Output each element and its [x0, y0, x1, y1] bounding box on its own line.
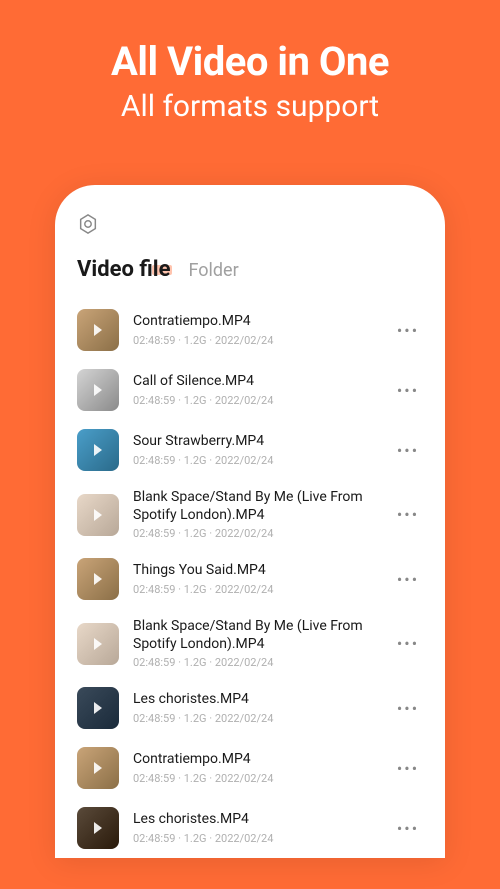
file-meta: 02:48:59 · 1.2G · 2022/02/24 [133, 656, 385, 669]
file-meta: 02:48:59 · 1.2G · 2022/02/24 [133, 334, 385, 347]
list-item[interactable]: Sour Strawberry.MP4 02:48:59 · 1.2G · 20… [77, 420, 423, 480]
video-thumbnail [77, 309, 119, 351]
list-item[interactable]: Blank Space/Stand By Me (Live From Spoti… [77, 480, 423, 549]
file-title: Blank Space/Stand By Me (Live From Spoti… [133, 618, 385, 653]
file-title: Blank Space/Stand By Me (Live From Spoti… [133, 489, 385, 524]
more-icon[interactable]: ••• [393, 375, 423, 405]
promo-title: All Video in One [0, 38, 500, 85]
file-info: Contratiempo.MP4 02:48:59 · 1.2G · 2022/… [133, 751, 385, 785]
file-title: Contratiempo.MP4 [133, 751, 385, 769]
file-title: Les choristes.MP4 [133, 811, 385, 829]
promo-header: All Video in One All formats support [0, 0, 500, 124]
play-icon [94, 822, 102, 834]
settings-icon[interactable] [77, 213, 99, 235]
tab-folder[interactable]: Folder [188, 260, 238, 281]
video-thumbnail [77, 687, 119, 729]
file-info: Les choristes.MP4 02:48:59 · 1.2G · 2022… [133, 691, 385, 725]
play-icon [94, 638, 102, 650]
video-thumbnail [77, 558, 119, 600]
more-icon[interactable]: ••• [393, 315, 423, 345]
video-thumbnail [77, 747, 119, 789]
file-info: Blank Space/Stand By Me (Live From Spoti… [133, 618, 385, 669]
list-item[interactable]: Contratiempo.MP4 02:48:59 · 1.2G · 2022/… [77, 738, 423, 798]
file-title: Contratiempo.MP4 [133, 313, 385, 331]
file-info: Call of Silence.MP4 02:48:59 · 1.2G · 20… [133, 373, 385, 407]
video-thumbnail [77, 429, 119, 471]
video-thumbnail [77, 807, 119, 849]
list-item[interactable]: Things You Said.MP4 02:48:59 · 1.2G · 20… [77, 549, 423, 609]
file-meta: 02:48:59 · 1.2G · 2022/02/24 [133, 712, 385, 725]
file-info: Blank Space/Stand By Me (Live From Spoti… [133, 489, 385, 540]
video-thumbnail [77, 623, 119, 665]
file-info: Sour Strawberry.MP4 02:48:59 · 1.2G · 20… [133, 433, 385, 467]
play-icon [94, 384, 102, 396]
play-icon [94, 762, 102, 774]
list-item[interactable]: Blank Space/Stand By Me (Live From Spoti… [77, 609, 423, 678]
list-item[interactable]: Les choristes.MP4 02:48:59 · 1.2G · 2022… [77, 678, 423, 738]
promo-subtitle: All formats support [0, 89, 500, 124]
file-title: Call of Silence.MP4 [133, 373, 385, 391]
play-icon [94, 573, 102, 585]
play-icon [94, 324, 102, 336]
file-title: Sour Strawberry.MP4 [133, 433, 385, 451]
file-meta: 02:48:59 · 1.2G · 2022/02/24 [133, 394, 385, 407]
file-title: Les choristes.MP4 [133, 691, 385, 709]
file-info: Contratiempo.MP4 02:48:59 · 1.2G · 2022/… [133, 313, 385, 347]
more-icon[interactable]: ••• [393, 813, 423, 843]
file-meta: 02:48:59 · 1.2G · 2022/02/24 [133, 583, 385, 596]
file-meta: 02:48:59 · 1.2G · 2022/02/24 [133, 527, 385, 540]
file-meta: 02:48:59 · 1.2G · 2022/02/24 [133, 832, 385, 845]
tab-video-file[interactable]: Video file [77, 257, 170, 282]
phone-frame: Video file Folder Contratiempo.MP4 02:48… [55, 185, 445, 858]
file-info: Les choristes.MP4 02:48:59 · 1.2G · 2022… [133, 811, 385, 845]
more-icon[interactable]: ••• [393, 693, 423, 723]
tabs: Video file Folder [77, 257, 423, 282]
play-icon [94, 702, 102, 714]
file-title: Things You Said.MP4 [133, 562, 385, 580]
more-icon[interactable]: ••• [393, 753, 423, 783]
more-icon[interactable]: ••• [393, 435, 423, 465]
list-item[interactable]: Call of Silence.MP4 02:48:59 · 1.2G · 20… [77, 360, 423, 420]
topbar [77, 213, 423, 235]
more-icon[interactable]: ••• [393, 500, 423, 530]
video-thumbnail [77, 369, 119, 411]
list-item[interactable]: Les choristes.MP4 02:48:59 · 1.2G · 2022… [77, 798, 423, 858]
file-list: Contratiempo.MP4 02:48:59 · 1.2G · 2022/… [77, 300, 423, 858]
more-icon[interactable]: ••• [393, 564, 423, 594]
list-item[interactable]: Contratiempo.MP4 02:48:59 · 1.2G · 2022/… [77, 300, 423, 360]
play-icon [94, 509, 102, 521]
video-thumbnail [77, 494, 119, 536]
more-icon[interactable]: ••• [393, 629, 423, 659]
file-meta: 02:48:59 · 1.2G · 2022/02/24 [133, 454, 385, 467]
play-icon [94, 444, 102, 456]
file-meta: 02:48:59 · 1.2G · 2022/02/24 [133, 772, 385, 785]
file-info: Things You Said.MP4 02:48:59 · 1.2G · 20… [133, 562, 385, 596]
